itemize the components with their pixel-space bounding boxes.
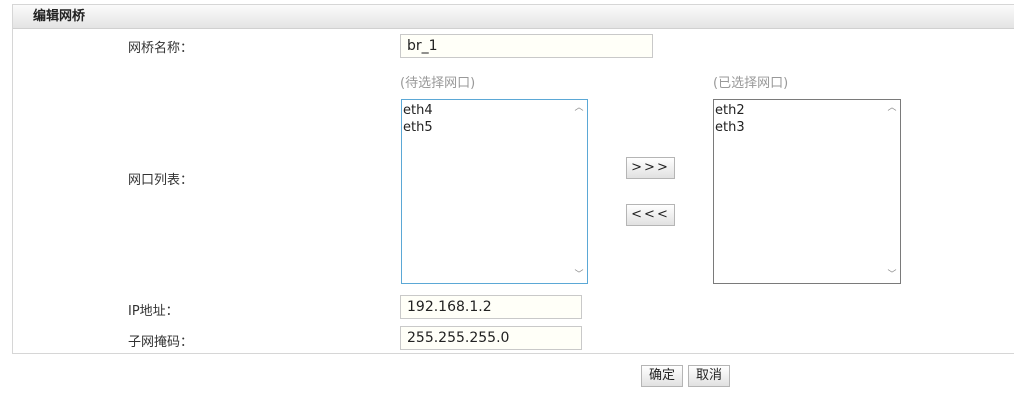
add-port-button[interactable]: >>> bbox=[626, 157, 675, 179]
selected-ports-scrollbar[interactable]: ︿ ﹀ bbox=[884, 100, 900, 283]
port-option[interactable]: eth3 bbox=[715, 119, 900, 136]
remove-port-button[interactable]: <<< bbox=[626, 204, 675, 226]
panel-title: 编辑网桥 bbox=[13, 5, 1014, 29]
available-ports-caption: (待选择网口) bbox=[400, 76, 476, 91]
ports-list-label: 网口列表： bbox=[128, 173, 194, 188]
ip-address-label: IP地址： bbox=[128, 304, 179, 319]
ip-address-input[interactable] bbox=[400, 295, 582, 319]
subnet-mask-input[interactable] bbox=[400, 326, 582, 350]
scroll-down-icon[interactable]: ﹀ bbox=[884, 268, 900, 282]
subnet-mask-label: 子网掩码： bbox=[128, 335, 194, 350]
cancel-button[interactable]: 取消 bbox=[688, 365, 730, 387]
port-option[interactable]: eth2 bbox=[715, 102, 900, 119]
scroll-down-icon[interactable]: ﹀ bbox=[571, 268, 587, 282]
port-option[interactable]: eth4 bbox=[403, 102, 587, 119]
available-ports-items: eth4 eth5 bbox=[402, 100, 587, 136]
available-ports-scrollbar[interactable]: ︿ ﹀ bbox=[571, 100, 587, 283]
available-ports-listbox[interactable]: eth4 eth5 ︿ ﹀ bbox=[401, 99, 588, 284]
scroll-up-icon[interactable]: ︿ bbox=[571, 101, 587, 115]
selected-ports-items: eth2 eth3 bbox=[714, 100, 900, 136]
selected-ports-caption: (已选择网口) bbox=[713, 76, 789, 91]
selected-ports-listbox[interactable]: eth2 eth3 ︿ ﹀ bbox=[713, 99, 901, 284]
port-option[interactable]: eth5 bbox=[403, 119, 587, 136]
bridge-name-label: 网桥名称： bbox=[128, 41, 194, 56]
bridge-name-input[interactable] bbox=[400, 34, 653, 58]
scroll-up-icon[interactable]: ︿ bbox=[884, 101, 900, 115]
confirm-button[interactable]: 确定 bbox=[641, 365, 683, 387]
